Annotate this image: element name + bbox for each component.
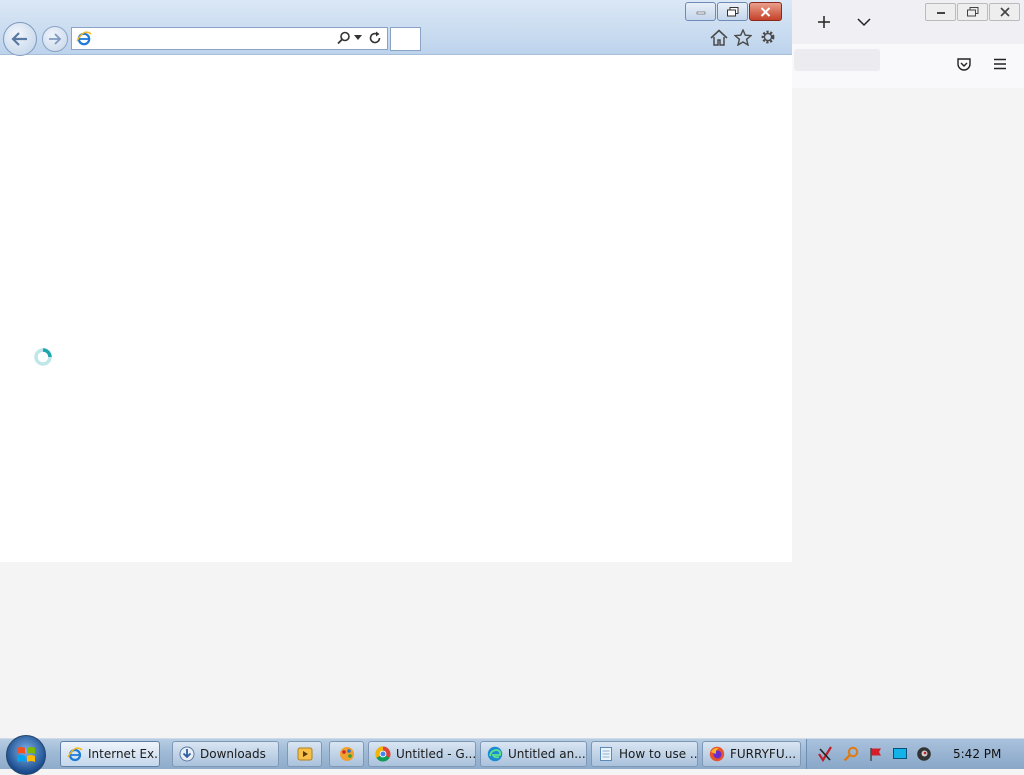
forward-button[interactable] (42, 26, 68, 52)
taskbar-button-paint[interactable] (329, 741, 364, 767)
firefox-url-bar[interactable] (794, 49, 880, 71)
save-to-pocket-button[interactable] (950, 50, 978, 78)
taskbar-button-edge[interactable]: Untitled an... (480, 741, 587, 767)
taskbar-button-internet-explorer[interactable]: Internet Ex... (60, 741, 160, 767)
media-player-icon (297, 746, 313, 762)
checkmark-tool-icon[interactable] (817, 746, 833, 762)
firefox-toolbar (792, 44, 1024, 88)
firefox-tab-strip (792, 0, 1024, 44)
minimize-icon (696, 11, 705, 14)
ie-window (0, 0, 792, 562)
ie-new-tab[interactable] (390, 27, 421, 51)
new-tab-button[interactable] (810, 8, 838, 36)
caret-down-icon[interactable] (354, 35, 362, 41)
plus-icon (818, 16, 830, 28)
windows-logo-icon (17, 747, 35, 762)
firefox-window (792, 0, 1024, 562)
ie-close-button[interactable] (749, 2, 782, 21)
arrow-left-icon (11, 32, 27, 46)
search-icon[interactable] (337, 31, 351, 45)
address-input[interactable] (96, 29, 340, 48)
list-all-tabs-button[interactable] (850, 8, 878, 36)
firefox-close-button[interactable] (989, 3, 1020, 21)
taskbar-button-media-player[interactable] (287, 741, 322, 767)
firefox-minimize-button[interactable] (925, 3, 956, 21)
firefox-icon (709, 746, 725, 762)
taskbar-button-label: How to use ... (619, 747, 698, 761)
arrow-right-icon (49, 33, 62, 45)
flag-icon[interactable] (868, 746, 884, 762)
notepad-icon (598, 746, 614, 762)
taskbar-button-downloads[interactable]: Downloads (172, 741, 279, 767)
magnifier-tool-icon[interactable] (843, 746, 859, 762)
taskbar-button-label: Untitled - G... (396, 747, 476, 761)
taskbar: Internet Ex... Downloads Untitled - G...… (0, 735, 1024, 775)
edge-icon (487, 746, 503, 762)
chrome-icon (375, 746, 391, 762)
taskbar-button-firefox[interactable]: FURRYFU... (702, 741, 801, 767)
favorites-star-icon (734, 28, 752, 46)
paint-icon (339, 746, 355, 762)
ie-minimize-button[interactable] (685, 2, 716, 21)
home-icon (710, 28, 728, 46)
firefox-content-area (792, 88, 1024, 562)
display-icon[interactable] (892, 746, 908, 762)
address-bar[interactable] (71, 27, 388, 50)
home-button[interactable] (709, 27, 729, 47)
back-button[interactable] (3, 22, 37, 56)
ie-title-frame (0, 0, 792, 56)
ie-page-icon (76, 31, 92, 46)
refresh-icon[interactable] (368, 31, 382, 45)
hamburger-menu-icon (994, 58, 1006, 70)
taskbar-button-notepad[interactable]: How to use ... (591, 741, 698, 767)
downloads-icon (179, 746, 195, 762)
gear-icon (761, 30, 775, 44)
volume-record-icon[interactable] (916, 746, 932, 762)
close-icon (999, 7, 1010, 17)
taskbar-button-label: Downloads (200, 747, 266, 761)
taskbar-button-label: FURRYFU... (730, 747, 797, 761)
system-tray: 5:42 PM (806, 739, 1024, 769)
taskbar-button-chrome[interactable]: Untitled - G... (368, 741, 476, 767)
tools-button[interactable] (758, 27, 778, 47)
pocket-icon (957, 58, 971, 71)
ie-icon (67, 746, 83, 762)
loading-spinner-icon (34, 348, 52, 366)
firefox-restore-button[interactable] (957, 3, 988, 21)
close-icon (760, 6, 771, 17)
open-menu-button[interactable] (986, 50, 1014, 78)
start-button[interactable] (6, 735, 46, 775)
chevron-down-icon (857, 18, 871, 27)
favorites-button[interactable] (733, 27, 753, 47)
ie-restore-button[interactable] (717, 2, 748, 21)
taskbar-button-label: Untitled an... (508, 747, 586, 761)
clock[interactable]: 5:42 PM (953, 747, 1001, 761)
restore-icon (726, 6, 738, 16)
taskbar-button-label: Internet Ex... (88, 747, 160, 761)
minimize-icon (936, 12, 945, 14)
restore-icon (966, 7, 978, 17)
